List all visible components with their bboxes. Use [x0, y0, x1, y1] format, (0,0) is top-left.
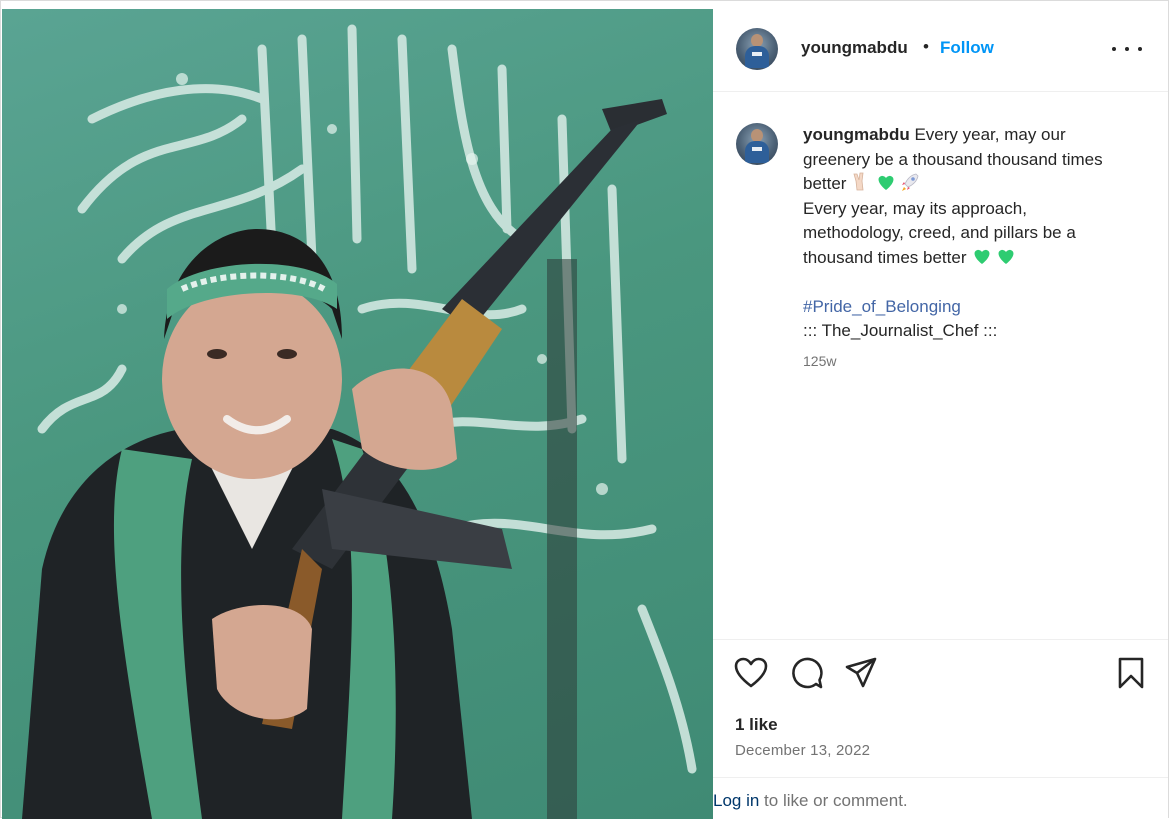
rocket-icon: [902, 173, 919, 191]
author-username[interactable]: youngmabdu: [801, 38, 908, 58]
caption-line-3: better: [803, 174, 847, 193]
caption-line-5: methodology, creed, and pillars be a: [803, 223, 1076, 242]
victory-hand-icon: [853, 172, 864, 191]
caption-line-1: Every year, may our: [914, 125, 1066, 144]
share-icon[interactable]: [844, 656, 878, 690]
comment-icon[interactable]: [790, 656, 824, 690]
hashtag-link[interactable]: #Pride_of_Belonging: [803, 295, 1148, 320]
caption-line-6: thousand times better: [803, 247, 967, 267]
caption-username[interactable]: youngmabdu: [803, 125, 910, 144]
login-prompt-text: to like or comment.: [759, 791, 908, 810]
post-dialog: youngmabdu • Follow youngmabdu Every yea…: [0, 0, 1169, 819]
header-divider: [713, 91, 1168, 92]
likes-count[interactable]: 1 like: [735, 715, 778, 735]
author-avatar[interactable]: [736, 28, 778, 70]
post-image[interactable]: [2, 9, 713, 819]
separator-dot: •: [923, 37, 929, 56]
login-prompt: Log in to like or comment.: [713, 791, 908, 811]
actions-divider: [713, 639, 1168, 640]
follow-button[interactable]: Follow: [940, 38, 994, 58]
green-heart-icon: [998, 249, 1014, 264]
post-date[interactable]: December 13, 2022: [735, 742, 870, 759]
post-photo-illustration: [22, 24, 697, 819]
caption-line-4: Every year, may its approach,: [803, 198, 1027, 218]
caption-timestamp[interactable]: 125w: [803, 353, 836, 369]
caption-avatar[interactable]: [736, 123, 778, 165]
caption-emojis-1: [853, 172, 919, 191]
footer-divider: [713, 777, 1168, 778]
heart-icon[interactable]: [734, 657, 768, 689]
bookmark-icon[interactable]: [1116, 656, 1146, 690]
caption-emojis-2: [974, 249, 1014, 264]
green-heart-icon: [974, 249, 990, 264]
caption-line-2: greenery be a thousand thousand times: [803, 149, 1103, 169]
post-side-panel: youngmabdu • Follow youngmabdu Every yea…: [713, 9, 1168, 819]
more-options-icon[interactable]: [1112, 39, 1142, 59]
post-caption: youngmabdu Every year, may our greenery …: [803, 123, 1148, 344]
caption-signature: ::: The_Journalist_Chef :::: [803, 321, 998, 340]
login-link[interactable]: Log in: [713, 791, 759, 810]
green-heart-icon: [878, 175, 894, 190]
